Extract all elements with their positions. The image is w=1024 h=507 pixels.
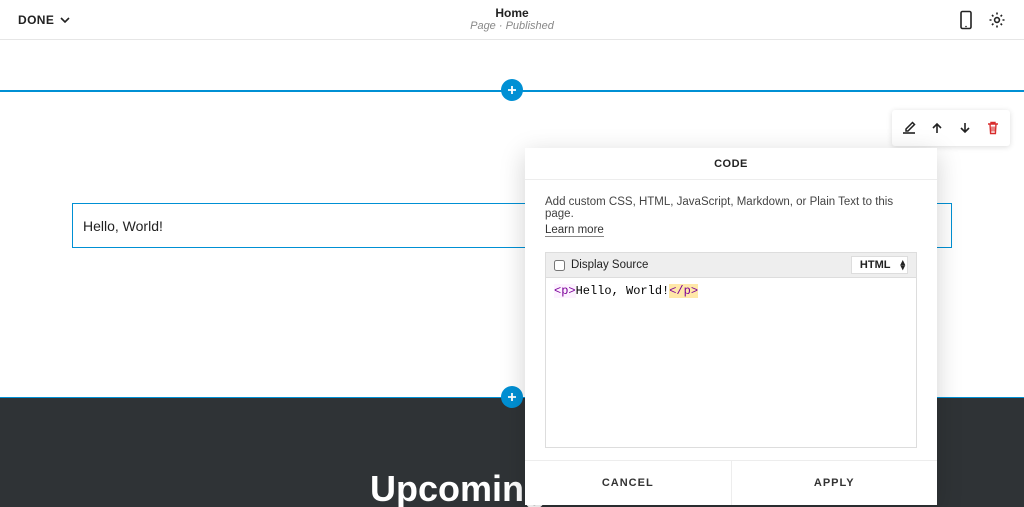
chevron-down-icon bbox=[60, 17, 70, 23]
move-up-button[interactable] bbox=[924, 116, 950, 140]
edit-block-button[interactable] bbox=[896, 116, 922, 140]
apply-button[interactable]: APPLY bbox=[731, 461, 938, 505]
delete-block-button[interactable] bbox=[980, 116, 1006, 140]
mobile-preview-icon[interactable] bbox=[958, 10, 974, 30]
display-source-label: Display Source bbox=[571, 259, 648, 271]
add-block-button-top[interactable] bbox=[501, 79, 523, 101]
block-edit-toolbar bbox=[892, 110, 1010, 146]
code-text: Hello, World! bbox=[576, 284, 670, 298]
select-arrows-icon: ▴▾ bbox=[900, 260, 903, 270]
done-label: DONE bbox=[18, 13, 54, 27]
code-type-select[interactable]: HTML ▴▾ bbox=[851, 256, 908, 274]
learn-more-link[interactable]: Learn more bbox=[545, 224, 604, 237]
display-source-input[interactable] bbox=[554, 260, 565, 271]
page-subtitle: Page · Published bbox=[0, 20, 1024, 32]
display-source-checkbox[interactable]: Display Source bbox=[554, 259, 648, 271]
code-editor[interactable]: <p>Hello, World!</p> bbox=[545, 278, 917, 448]
source-row: Display Source HTML ▴▾ bbox=[545, 252, 917, 278]
panel-footer: CANCEL APPLY bbox=[525, 460, 937, 505]
panel-description: Add custom CSS, HTML, JavaScript, Markdo… bbox=[545, 196, 917, 220]
code-block-preview-text: Hello, World! bbox=[83, 218, 163, 234]
panel-header: CODE bbox=[525, 148, 937, 180]
code-editor-panel: CODE Add custom CSS, HTML, JavaScript, M… bbox=[525, 148, 937, 505]
move-down-button[interactable] bbox=[952, 116, 978, 140]
page-title: Home bbox=[0, 6, 1024, 20]
code-open-tag: <p> bbox=[554, 284, 576, 298]
code-close-tag: </p> bbox=[669, 284, 698, 298]
done-button[interactable]: DONE bbox=[18, 13, 70, 27]
gear-icon[interactable] bbox=[988, 10, 1006, 30]
cancel-button[interactable]: CANCEL bbox=[525, 461, 731, 505]
add-block-button-mid[interactable] bbox=[501, 386, 523, 408]
page-info: Home Page · Published bbox=[0, 6, 1024, 32]
insert-divider-top bbox=[0, 90, 1024, 92]
topbar: DONE Home Page · Published bbox=[0, 0, 1024, 40]
code-type-value: HTML bbox=[860, 259, 891, 271]
